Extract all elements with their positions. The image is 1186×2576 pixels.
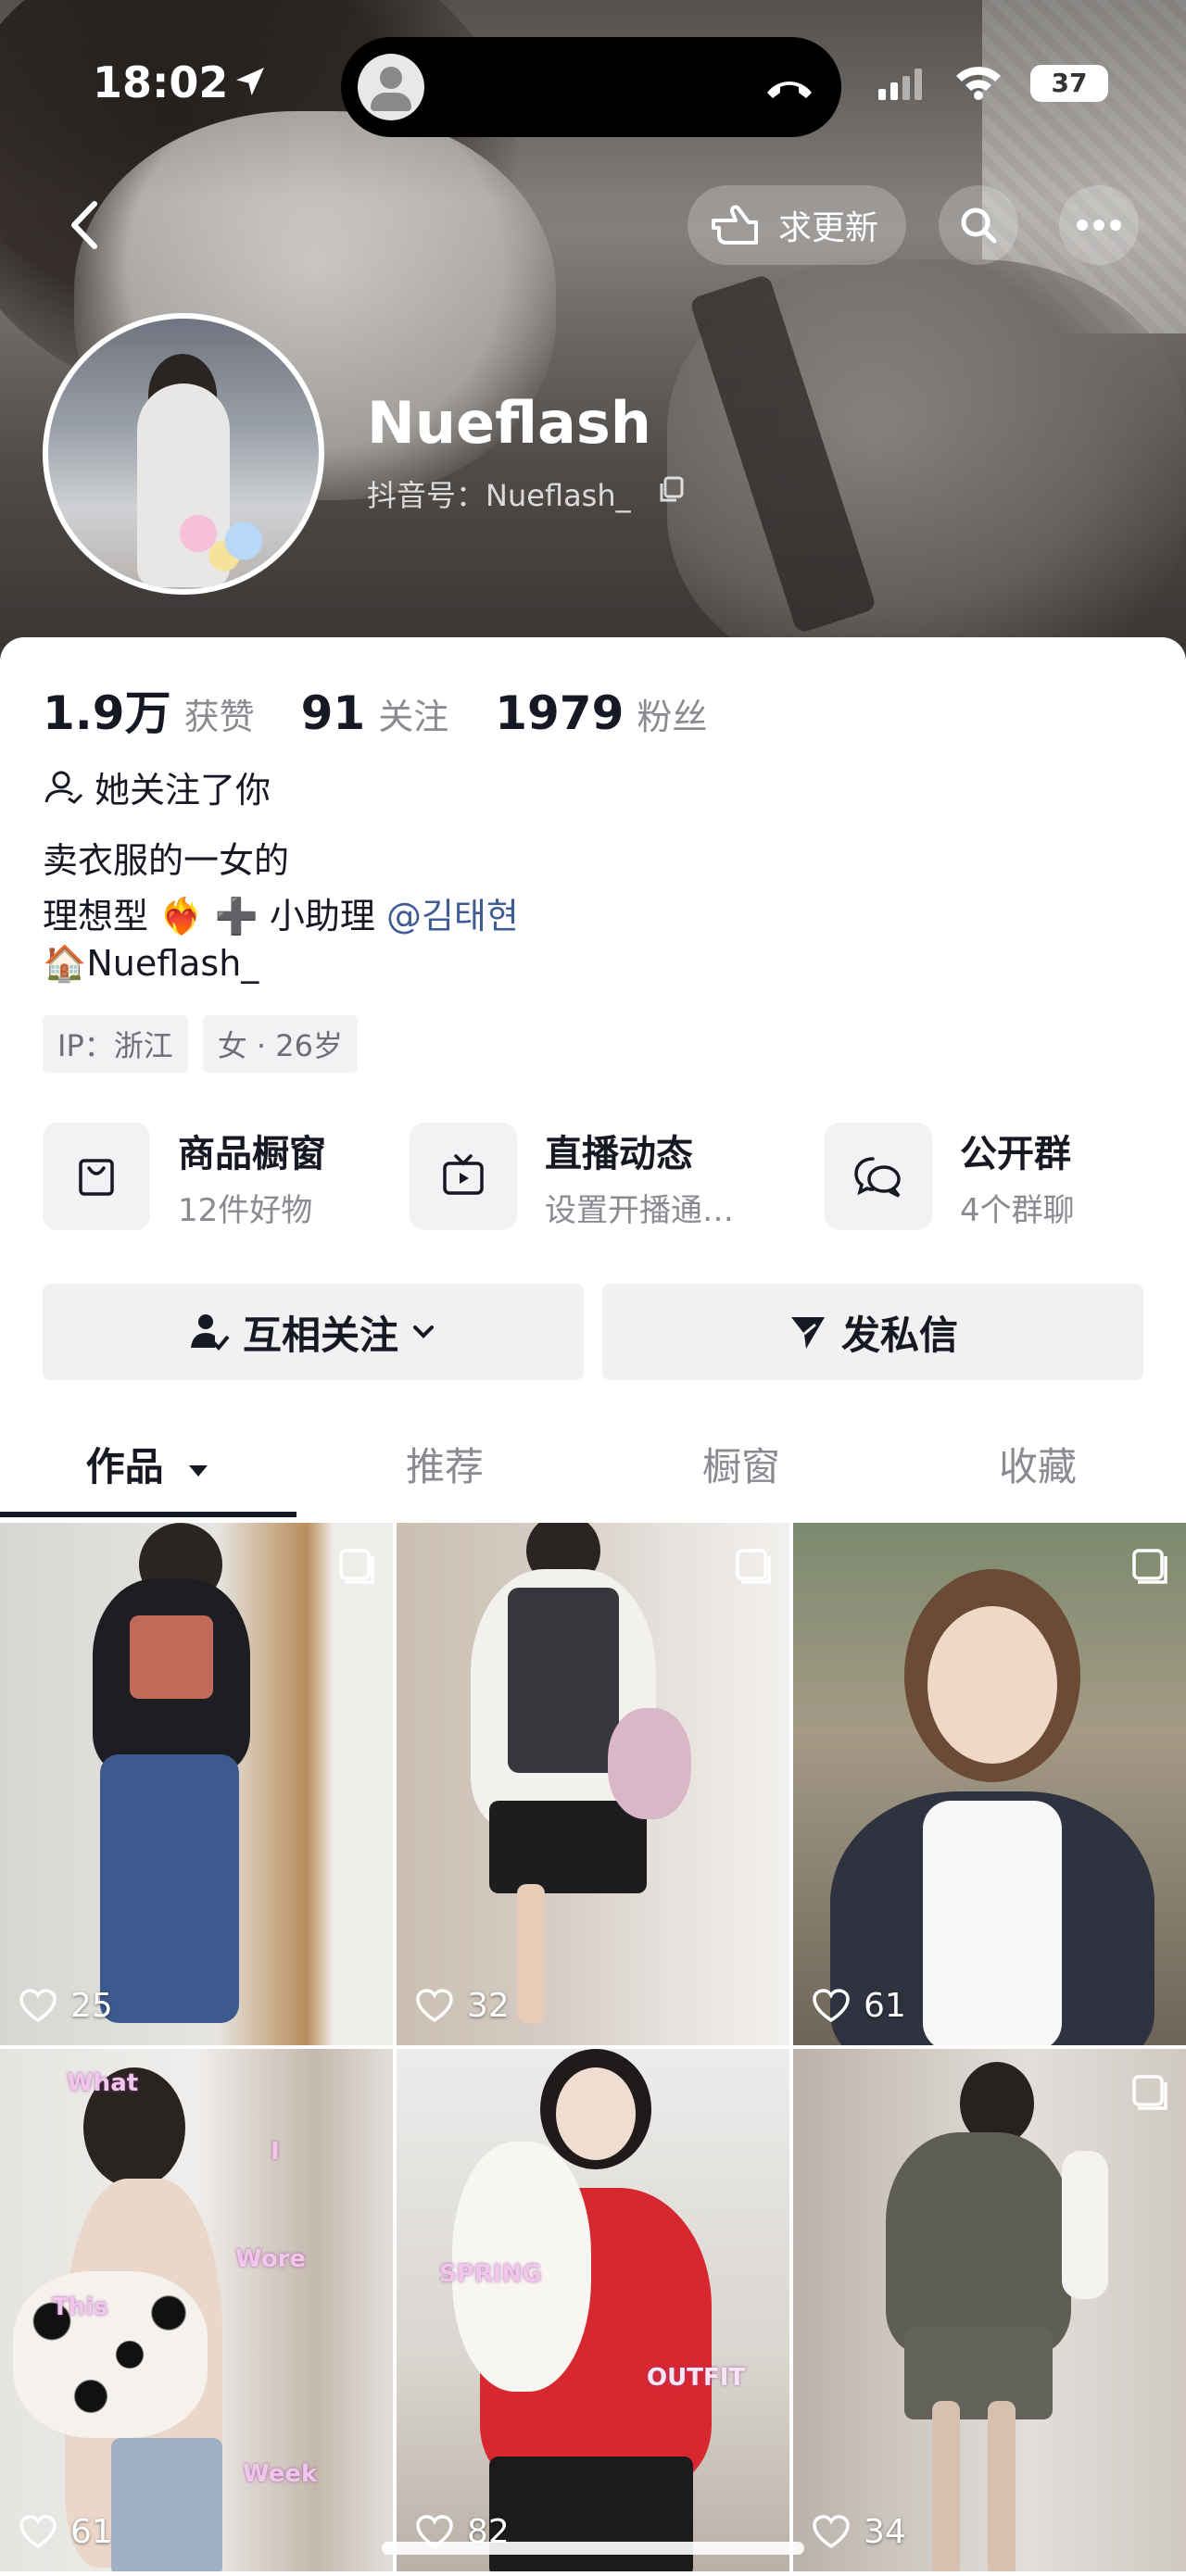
feature-entries: 商品橱窗 12件好物 直播动态 设置开播通… 公开群 4个群聊 [43,1121,1154,1232]
live-updates-title: 直播动态 [545,1132,693,1175]
copy-icon[interactable] [658,476,686,504]
post-thumbnail[interactable]: 34 [793,2049,1186,2571]
profile-avatar[interactable] [43,313,324,595]
bio-line-2: 理想型 ❤️‍🔥 ➕ 小助理 @김태현 [43,887,519,938]
profile-tags: IP：浙江 女 · 26岁 [43,1015,372,1073]
heart-icon [19,2514,57,2548]
tv-icon [443,1154,484,1195]
location-arrow-icon [236,68,264,95]
hang-up-icon[interactable] [762,69,817,106]
post-thumbnail[interactable]: What I Wore This Week 61 [0,2049,393,2571]
gender-age-tag: 女 · 26岁 [202,1015,358,1073]
dynamic-island[interactable] [341,37,841,137]
battery-indicator: 37 [1030,65,1108,102]
overlay-text: I [271,2138,280,2166]
search-icon [961,207,997,244]
request-update-label: 求更新 [778,209,879,247]
wifi-icon [956,67,1001,100]
bio-mention-link[interactable]: @김태현 [386,896,519,936]
more-button[interactable] [1059,185,1139,265]
heart-icon [813,2514,850,2548]
content-tabs: 作品 推荐 橱窗 收藏 [0,1408,1186,1521]
followers-count[interactable]: 1979 [495,686,624,740]
public-group-title: 公开群 [960,1132,1071,1175]
pointing-hand-icon [712,205,758,245]
caret-down-icon [189,1465,208,1476]
tab-recommended[interactable]: 推荐 [296,1436,593,1492]
cellular-signal-icon [878,69,922,100]
post-likes: 34 [812,2513,906,2551]
profile-name: Nueflash [367,389,651,457]
post-thumbnail[interactable]: 61 [793,1523,1186,2045]
back-arrow-icon[interactable] [57,193,113,258]
multi-image-icon [736,1549,771,1584]
caller-avatar-icon [358,54,424,120]
send-message-button[interactable]: 发私信 [602,1284,1143,1380]
likes-count[interactable]: 1.9万 [43,676,171,743]
shop-window-title: 商品橱窗 [178,1132,326,1175]
post-likes: 25 [19,1987,113,2025]
douyin-id: 抖音号：Nueflash_ [367,478,631,513]
live-updates-subtitle: 设置开播通… [545,1191,734,1229]
chat-icon [854,1157,901,1198]
request-update-button[interactable]: 求更新 [688,185,906,265]
paper-plane-icon [790,1317,825,1349]
mutual-follow-icon [190,1314,230,1351]
likes-label: 获赞 [183,697,255,737]
follows-you-text: 她关注了你 [95,770,271,810]
live-updates-entry[interactable]: 直播动态 设置开播通… [410,1121,734,1232]
multi-image-icon [1132,2075,1167,2110]
post-thumbnail[interactable]: 32 [397,1523,789,2045]
ip-tag: IP：浙江 [43,1015,188,1073]
post-likes: 32 [415,1987,510,2025]
overlay-text: OUTFIT [647,2364,746,2392]
active-tab-indicator [0,1512,296,1517]
multi-image-icon [339,1549,374,1584]
bio-line-2-text: 理想型 ❤️‍🔥 ➕ 小助理 [43,896,386,936]
heart-icon [19,1988,57,2022]
overlay-text: SPRING [439,2260,542,2288]
profile-stats: 1.9万 获赞 91 关注 1979 粉丝 [43,676,753,743]
heart-icon [416,1988,453,2022]
overlay-text: What [67,2069,139,2097]
more-dots-icon [1077,220,1121,231]
bag-icon [79,1159,114,1196]
following-count[interactable]: 91 [301,686,366,740]
send-message-label: 发私信 [840,1312,958,1358]
shop-window-entry[interactable]: 商品橱窗 12件好物 [43,1121,326,1232]
post-likes: 61 [812,1987,906,2025]
post-likes-count: 25 [70,1987,113,2025]
search-button[interactable] [939,185,1018,265]
public-group-entry[interactable]: 公开群 4个群聊 [825,1121,1075,1232]
post-thumbnail[interactable]: SPRING OUTFIT 82 [397,2049,789,2571]
overlay-text: Week [243,2460,318,2488]
tab-shop-window[interactable]: 橱窗 [593,1436,890,1492]
bio-line-3: 🏠Nueflash_ [43,943,259,984]
tab-works[interactable]: 作品 [0,1436,296,1492]
home-indicator[interactable] [382,2542,804,2555]
multi-image-icon [1132,1549,1167,1584]
post-likes-count: 32 [467,1987,510,2025]
tab-favorites[interactable]: 收藏 [890,1436,1186,1492]
mutual-follow-label: 互相关注 [242,1312,398,1358]
followers-label: 粉丝 [637,697,708,737]
mutual-follow-button[interactable]: 互相关注 [43,1284,584,1380]
post-likes-count: 34 [864,2513,906,2551]
shop-window-subtitle: 12件好物 [178,1191,313,1229]
overlay-text: This [52,2293,108,2321]
bio-line-1: 卖衣服的一女的 [43,840,290,881]
post-likes: 61 [19,2513,113,2551]
person-icon [44,771,83,804]
following-label: 关注 [378,697,449,737]
follows-you-indicator: 她关注了你 [43,761,271,812]
public-group-subtitle: 4个群聊 [960,1191,1075,1229]
tab-works-label: 作品 [85,1444,164,1489]
heart-icon [813,1988,850,2022]
post-likes-count: 61 [70,2513,113,2551]
status-time: 18:02 [93,57,229,107]
post-likes-count: 61 [864,1987,906,2025]
chevron-down-icon [413,1326,434,1338]
post-thumbnail[interactable]: 25 [0,1523,393,2045]
overlay-text: Wore [235,2245,307,2273]
